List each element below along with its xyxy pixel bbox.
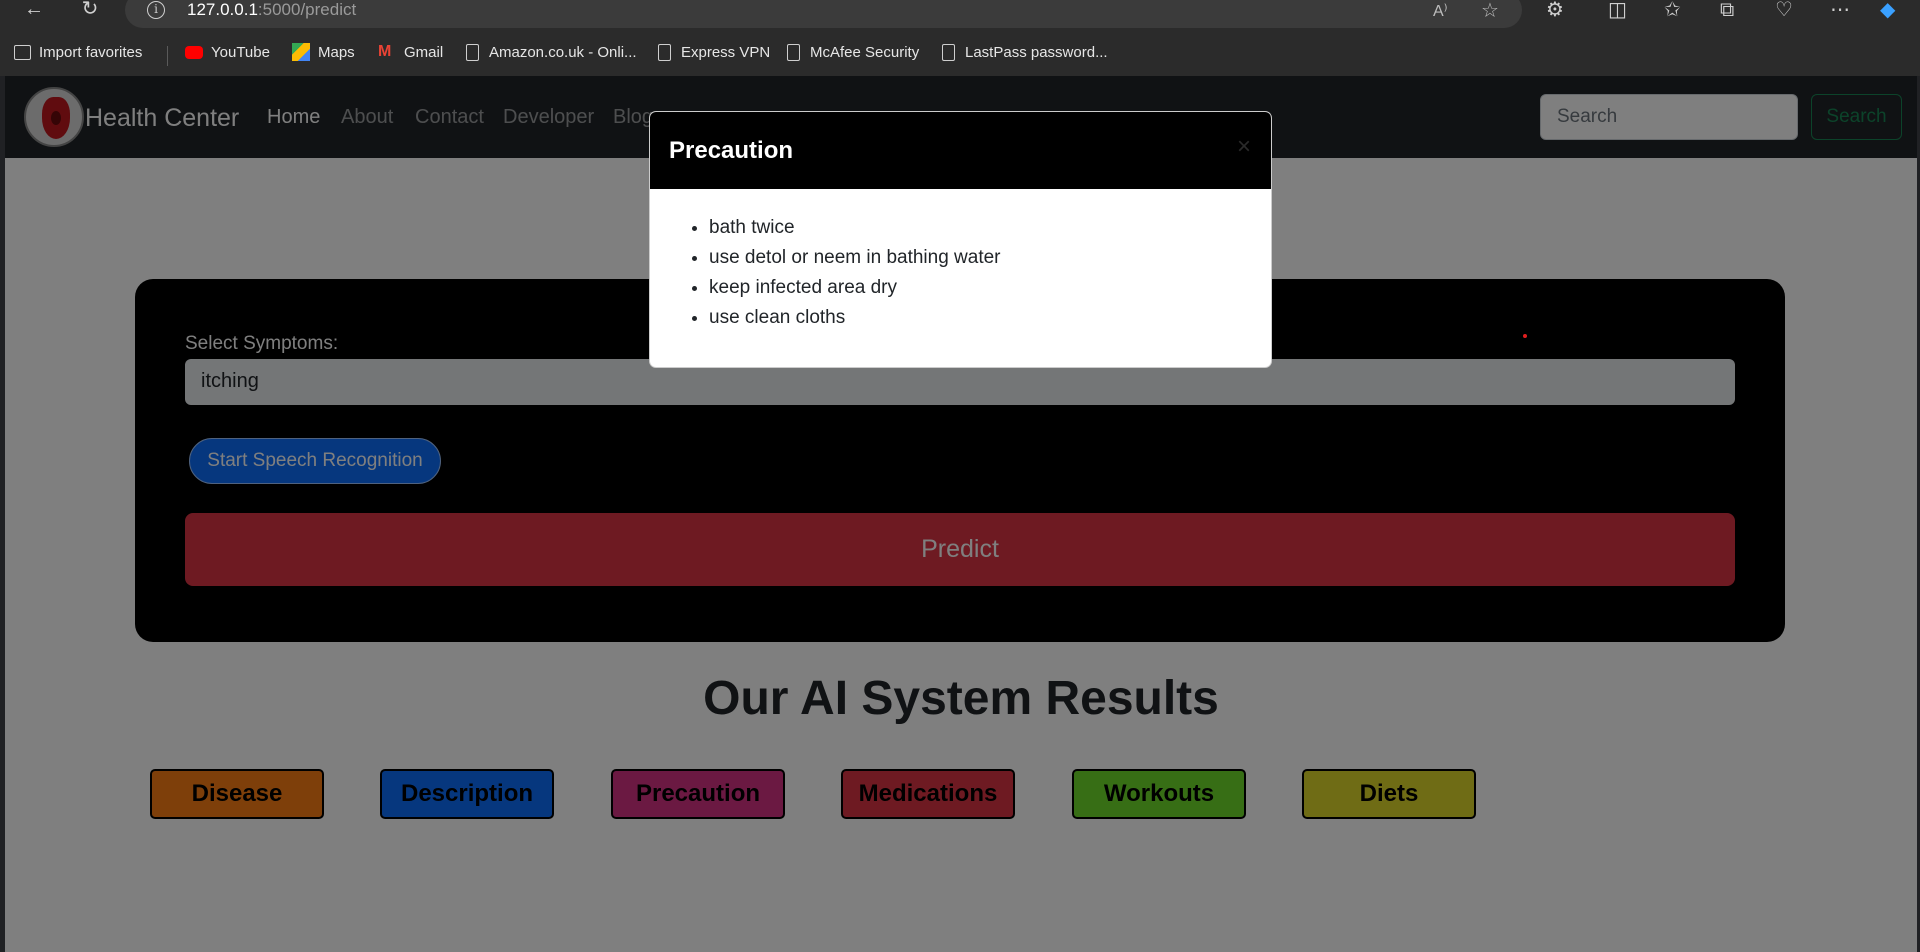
favorite-import[interactable]: Import favorites [14,42,142,62]
browser-essentials-icon[interactable]: ♡ [1775,0,1793,20]
favorite-label: Express VPN [681,43,771,61]
address-bar[interactable]: i 127.0.0.1:5000/predict A⁾ ☆ [125,0,1522,28]
modal-title: Precaution [669,137,794,164]
maps-icon [292,43,310,61]
list-item: use clean cloths [709,303,1271,333]
favorite-label: Amazon.co.uk - Onli... [489,43,637,61]
list-item: use detol or neem in bathing water [709,243,1271,273]
refresh-icon[interactable]: ↻ [76,0,104,22]
favorite-express-vpn[interactable]: Express VPN [658,42,770,62]
copilot-icon[interactable]: ◆ [1880,0,1895,20]
favorite-label: Maps [318,43,355,61]
favorites-bar: Import favorites YouTube Maps M Gmail Am… [0,28,1920,76]
favorite-star-icon[interactable]: ☆ [1481,0,1499,23]
address-url[interactable]: 127.0.0.1:5000/predict [187,0,356,20]
extensions-icon[interactable]: ⚙ [1546,0,1564,20]
precaution-modal: Precaution × bath twice use detol or nee… [649,111,1272,368]
favorite-youtube[interactable]: YouTube [185,42,270,62]
favorite-label: LastPass password... [965,43,1108,61]
favorite-mcafee[interactable]: McAfee Security [787,42,919,62]
page-icon [658,43,671,61]
favorite-label: Gmail [404,43,444,61]
modal-body: bath twice use detol or neem in bathing … [650,189,1271,333]
close-icon[interactable]: × [1233,135,1255,159]
back-arrow-icon[interactable]: ← [20,0,48,22]
collections-icon[interactable]: ⧉ [1720,0,1734,20]
split-screen-icon[interactable]: ◫ [1608,0,1627,20]
favorite-gmail[interactable]: M Gmail [378,42,443,62]
favorite-label: Import favorites [39,43,143,61]
favorite-label: McAfee Security [810,43,920,61]
page-viewport: Health Center Home About Contact Develop… [5,76,1917,952]
page-icon [787,43,800,61]
list-item: keep infected area dry [709,273,1271,303]
page-icon [466,43,479,61]
more-options-icon[interactable]: ⋯ [1830,0,1850,20]
favorite-amazon[interactable]: Amazon.co.uk - Onli... [466,42,637,62]
youtube-icon [185,45,203,59]
modal-header: Precaution × [650,112,1271,189]
precaution-list: bath twice use detol or neem in bathing … [709,213,1271,333]
import-favorites-icon [14,44,31,60]
page-icon [942,43,955,61]
browser-toolbar: ← ↻ i 127.0.0.1:5000/predict A⁾ ☆ ⚙ ◫ ✩ … [0,0,1920,28]
favorites-separator [167,46,168,66]
favorite-lastpass[interactable]: LastPass password... [942,42,1108,62]
cursor-dot [1523,334,1527,338]
gmail-icon: M [378,43,392,60]
favorite-maps[interactable]: Maps [292,42,355,62]
favorite-label: YouTube [211,43,270,61]
list-item: bath twice [709,213,1271,243]
favorites-icon[interactable]: ✩ [1664,0,1681,20]
read-aloud-icon[interactable]: A⁾ [1433,1,1448,21]
info-icon[interactable]: i [147,1,165,19]
